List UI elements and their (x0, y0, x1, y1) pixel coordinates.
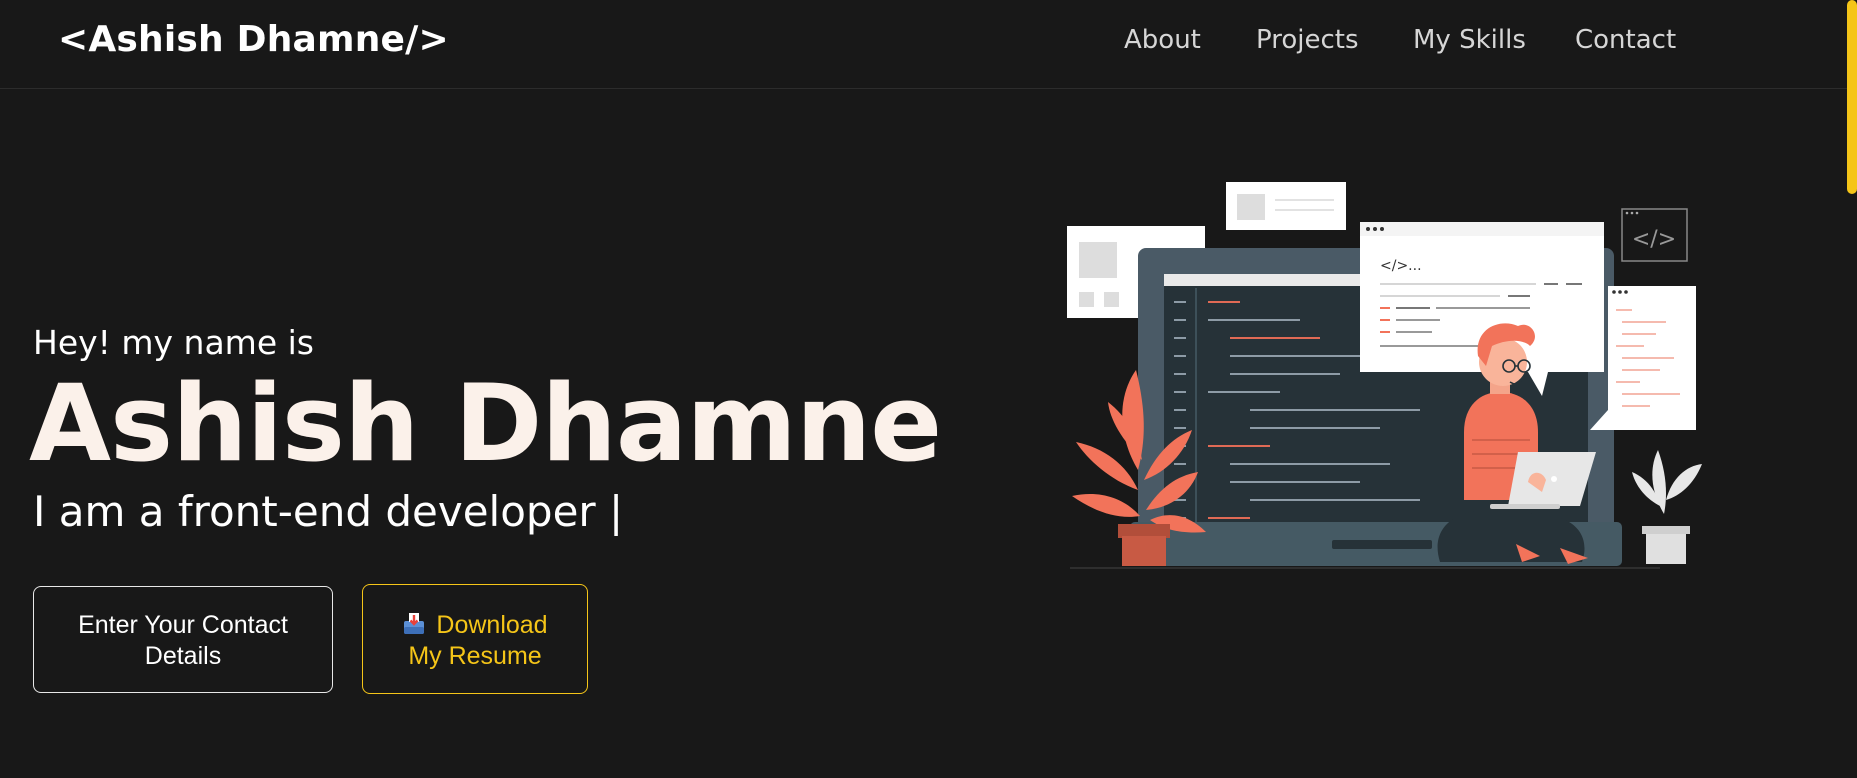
hero-tagline: I am a front-end developer | (33, 487, 624, 536)
hero-greeting: Hey! my name is (33, 323, 314, 362)
page: <Ashish Dhamne/> About Projects My Skill… (0, 0, 1857, 778)
inbox-tray-icon (404, 613, 425, 634)
nav-link-about[interactable]: About (1124, 25, 1201, 55)
svg-text:</>: </> (1632, 227, 1676, 252)
download-resume-button-label: Download My Resume (408, 611, 548, 670)
nav-link-contact[interactable]: Contact (1575, 25, 1676, 55)
contact-details-button-label: Enter Your Contact Details (78, 611, 288, 670)
contact-details-button[interactable]: Enter Your Contact Details (33, 586, 333, 693)
nav-link-projects[interactable]: Projects (1256, 25, 1359, 55)
navbar: <Ashish Dhamne/> About Projects My Skill… (0, 0, 1857, 89)
code-snippet-label: </>... (1380, 258, 1422, 274)
brand-logo[interactable]: <Ashish Dhamne/> (58, 19, 449, 60)
developer-illustration: </> </>... (1067, 182, 1702, 569)
download-resume-button[interactable]: Download My Resume (362, 584, 588, 694)
nav-link-my-skills[interactable]: My Skills (1413, 25, 1526, 55)
hero-name: Ashish Dhamne (29, 362, 942, 485)
scrollbar-thumb[interactable] (1847, 0, 1857, 194)
